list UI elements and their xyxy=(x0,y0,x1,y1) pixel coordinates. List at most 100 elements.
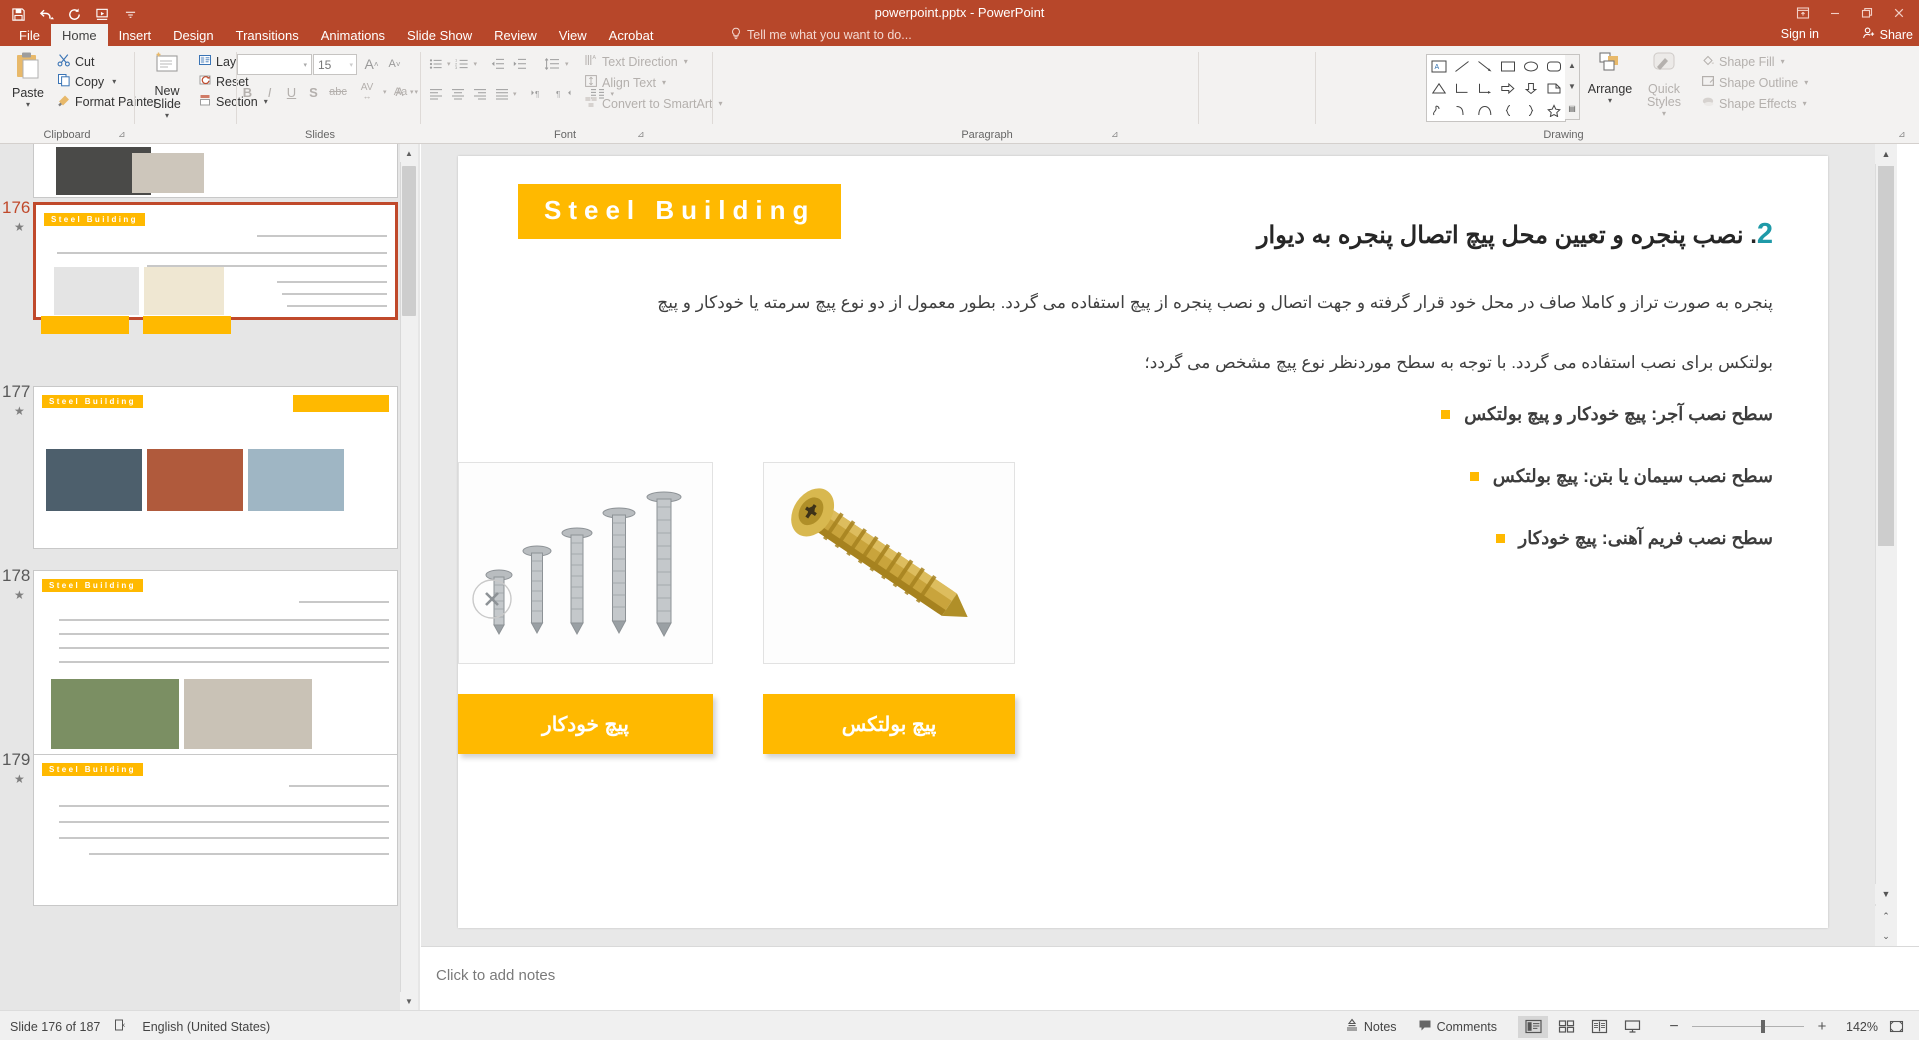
zoom-slider[interactable] xyxy=(1692,1020,1804,1033)
slide-sorter-view-button[interactable] xyxy=(1551,1016,1581,1038)
zoom-out-button[interactable]: − xyxy=(1659,1016,1689,1038)
align-center-button[interactable] xyxy=(447,84,468,104)
font-color-dropdown-arrow[interactable]: ▾ xyxy=(410,88,414,96)
shape-left-brace-icon[interactable] xyxy=(1496,99,1519,121)
normal-view-button[interactable] xyxy=(1518,1015,1548,1038)
font-dialog-launcher[interactable]: ⊿ xyxy=(637,129,645,140)
slide-scroll-up-icon[interactable]: ▲ xyxy=(1875,144,1897,164)
caption-button-left[interactable]: پیچ خودکار xyxy=(458,694,713,754)
thumbnail-scrollbar-handle[interactable] xyxy=(402,166,416,316)
justify-button[interactable] xyxy=(491,84,512,104)
tab-home[interactable]: Home xyxy=(50,24,108,46)
thumbnail-scroll-up-icon[interactable]: ▲ xyxy=(400,144,418,162)
font-size-input[interactable]: 15 ▾ xyxy=(313,54,357,75)
restore-icon[interactable] xyxy=(1851,2,1883,24)
shape-oval-icon[interactable] xyxy=(1519,55,1542,77)
sign-in-button[interactable]: Sign in xyxy=(1781,27,1819,41)
font-name-dropdown-arrow[interactable]: ▾ xyxy=(303,61,311,69)
font-name-input[interactable]: ▾ xyxy=(237,54,312,75)
drawing-dialog-launcher[interactable]: ⊿ xyxy=(1898,129,1906,140)
numbering-dropdown-arrow[interactable]: ▾ xyxy=(474,60,478,68)
shape-fill-dropdown-arrow[interactable]: ▾ xyxy=(1781,57,1785,66)
arrange-dropdown-arrow[interactable]: ▾ xyxy=(1586,96,1634,105)
strikethrough-button[interactable]: abc xyxy=(325,82,351,102)
slide-thumbnail-pane[interactable]: 176 ★ Steel Building 177 ★ Steel Buildin… xyxy=(0,144,420,1010)
tab-review[interactable]: Review xyxy=(483,24,548,46)
change-case-dropdown-arrow[interactable]: ▾ xyxy=(415,88,419,96)
numbering-button[interactable]: 123 xyxy=(452,54,473,74)
reading-view-button[interactable] xyxy=(1584,1016,1614,1038)
shape-effects-dropdown-arrow[interactable]: ▾ xyxy=(1803,99,1807,108)
char-spacing-dropdown-arrow[interactable]: ▾ xyxy=(383,88,387,96)
list-item[interactable] xyxy=(33,144,398,198)
thumbnail-scroll-down-icon[interactable]: ▼ xyxy=(400,992,418,1010)
list-item[interactable]: Steel Building xyxy=(33,386,398,549)
justify-dropdown-arrow[interactable]: ▾ xyxy=(513,90,517,98)
font-color-button[interactable]: A xyxy=(389,82,410,102)
line-spacing-dropdown-arrow[interactable]: ▾ xyxy=(565,60,569,68)
current-slide[interactable]: Steel Building 2. نصب پنجره و تعیین محل … xyxy=(458,156,1828,928)
italic-button[interactable]: I xyxy=(259,82,280,102)
convert-to-smartart-button[interactable]: Convert to SmartArt ▾ xyxy=(581,94,725,113)
new-slide-dropdown-arrow[interactable]: ▾ xyxy=(141,111,193,120)
shapes-scroll-up-icon[interactable]: ▲ xyxy=(1565,55,1579,76)
rtl-direction-button[interactable]: ¶ xyxy=(552,84,576,104)
tab-view[interactable]: View xyxy=(548,24,598,46)
tab-design[interactable]: Design xyxy=(162,24,224,46)
tab-animations[interactable]: Animations xyxy=(310,24,396,46)
copy-dropdown-arrow[interactable]: ▾ xyxy=(112,77,116,86)
spell-check-icon[interactable]: x xyxy=(114,1018,128,1035)
new-slide-button[interactable]: New Slide ▾ xyxy=(141,50,193,120)
comments-button[interactable]: Comments xyxy=(1409,1015,1506,1038)
notes-pane[interactable]: Click to add notes xyxy=(421,946,1919,1010)
paragraph-dialog-launcher[interactable]: ⊿ xyxy=(1111,129,1119,140)
paste-button[interactable]: Paste ▾ xyxy=(6,50,50,109)
tab-insert[interactable]: Insert xyxy=(108,24,163,46)
slideshow-view-button[interactable] xyxy=(1617,1016,1647,1038)
shape-rectangle-icon[interactable] xyxy=(1496,55,1519,77)
character-spacing-button[interactable]: AV ↔ xyxy=(352,82,382,102)
shape-effects-button[interactable]: Shape Effects ▾ xyxy=(1698,94,1810,113)
list-item[interactable]: Steel Building xyxy=(33,570,398,765)
shape-right-arrow-icon[interactable] xyxy=(1496,77,1519,99)
arrange-button[interactable]: Arrange ▾ xyxy=(1586,50,1634,105)
shape-right-brace-icon[interactable] xyxy=(1519,99,1542,121)
paste-dropdown-arrow[interactable]: ▾ xyxy=(6,100,50,109)
quick-styles-button[interactable]: Quick Styles ▾ xyxy=(1638,50,1690,118)
screw-image-left[interactable] xyxy=(458,462,713,664)
tab-acrobat[interactable]: Acrobat xyxy=(598,24,665,46)
language-label[interactable]: English (United States) xyxy=(142,1020,270,1034)
close-icon[interactable] xyxy=(1883,2,1915,24)
quick-styles-dropdown-arrow[interactable]: ▾ xyxy=(1638,109,1690,118)
screw-image-right[interactable] xyxy=(763,462,1015,664)
align-text-dropdown-arrow[interactable]: ▾ xyxy=(662,78,666,87)
shape-fill-button[interactable]: Shape Fill ▾ xyxy=(1698,52,1788,71)
list-item[interactable]: Steel Building xyxy=(33,202,398,320)
text-shadow-button[interactable]: S xyxy=(303,82,324,102)
cut-button[interactable]: Cut xyxy=(54,52,97,71)
fit-slide-to-window-button[interactable] xyxy=(1881,1016,1911,1038)
bullets-dropdown-arrow[interactable]: ▾ xyxy=(447,60,451,68)
ribbon-display-options-icon[interactable] xyxy=(1787,2,1819,24)
underline-button[interactable]: U xyxy=(281,82,302,102)
shapes-gallery-scrollbar[interactable]: ▲ ▼ ▤ xyxy=(1565,54,1580,120)
list-item[interactable]: Steel Building xyxy=(33,754,398,906)
tab-file[interactable]: File xyxy=(8,24,51,46)
text-direction-dropdown-arrow[interactable]: ▾ xyxy=(684,57,688,66)
slide-scrollbar-handle[interactable] xyxy=(1878,166,1894,546)
tell-me-search[interactable]: Tell me what you want to do... xyxy=(730,27,912,43)
increase-font-size-button[interactable]: A ˄ xyxy=(361,54,382,74)
align-right-button[interactable] xyxy=(469,84,490,104)
next-slide-button[interactable]: ⌄ xyxy=(1875,926,1897,946)
font-size-dropdown-arrow[interactable]: ▾ xyxy=(349,61,356,69)
shape-star-icon[interactable] xyxy=(1542,99,1565,121)
align-left-button[interactable] xyxy=(425,84,446,104)
previous-slide-button[interactable]: ⌃ xyxy=(1875,906,1897,926)
shape-folded-corner-icon[interactable] xyxy=(1542,77,1565,99)
minimize-icon[interactable] xyxy=(1819,2,1851,24)
text-direction-button[interactable]: A Text Direction ▾ xyxy=(581,52,691,71)
slide-scroll-down-icon[interactable]: ▼ xyxy=(1875,884,1897,904)
zoom-in-button[interactable]: + xyxy=(1807,1016,1837,1038)
increase-indent-button[interactable] xyxy=(509,54,530,74)
shapes-more-icon[interactable]: ▤ xyxy=(1565,98,1579,119)
